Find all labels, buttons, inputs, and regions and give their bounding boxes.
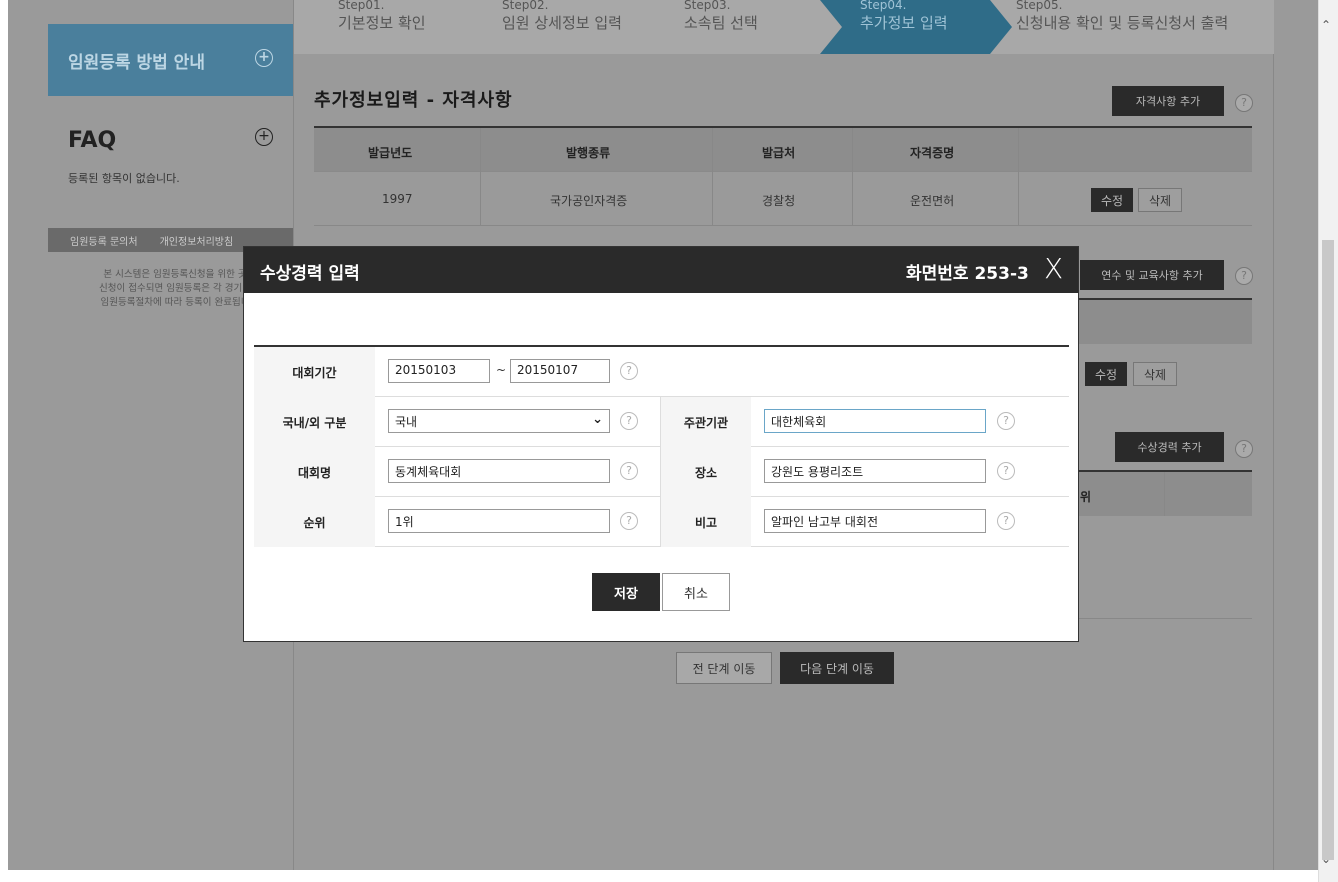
form-row-rank: 순위 1위 ? 비고 알파인 남고부 대회전 ? [254, 497, 1069, 547]
rank-label: 순위 [254, 497, 375, 547]
scrollbar-thumb[interactable] [1322, 240, 1334, 860]
domestic-label: 국내/외 구분 [254, 397, 375, 447]
step-number: Step02. [502, 0, 549, 12]
scroll-down-icon[interactable]: ⌄ [1321, 852, 1331, 866]
privacy-link[interactable]: 개인정보처리방침 [138, 233, 234, 248]
faq-expand-plus-icon[interactable]: + [255, 128, 273, 146]
step-arrow [990, 0, 1012, 54]
col-divider [1164, 472, 1165, 516]
domestic-selected-value: 국내 [395, 415, 418, 429]
save-button[interactable]: 저장 [592, 573, 660, 611]
col-header: 자격증명 [910, 146, 955, 160]
add-training-button[interactable]: 연수 및 교육사항 추가 [1080, 260, 1224, 290]
edit-button[interactable]: 수정 [1085, 362, 1127, 386]
add-award-button[interactable]: 수상경력 추가 [1115, 432, 1224, 462]
help-icon[interactable]: ? [997, 462, 1015, 480]
screen-number: 화면번호 253-3 [906, 264, 1029, 284]
step-number: Step03. [684, 0, 731, 12]
step-number: Step05. [1016, 0, 1063, 12]
place-label: 장소 [660, 447, 751, 497]
cancel-button[interactable]: 취소 [662, 573, 730, 611]
period-start-input[interactable]: 20150103 [388, 359, 490, 383]
add-cert-button[interactable]: 자격사항 추가 [1112, 86, 1224, 116]
help-icon[interactable]: ? [1235, 440, 1253, 458]
help-icon[interactable]: ? [997, 412, 1015, 430]
step-4-active: Step04. 추가정보 입력 [820, 0, 990, 54]
note-label: 비고 [660, 497, 751, 547]
help-icon[interactable]: ? [1235, 94, 1253, 112]
form-row-period: 대회기간 20150103 ~ 20150107 ? [254, 347, 1069, 397]
rank-input[interactable]: 1위 [388, 509, 610, 533]
section-title: 추가정보입력 - 자격사항 [314, 90, 513, 111]
faq-empty-text: 등록된 항목이 없습니다. [68, 172, 180, 185]
step-label: 추가정보 입력 [860, 14, 948, 32]
contact-link[interactable]: 임원등록 문의처 [48, 233, 138, 248]
page: 임원등록 방법 안내 + FAQ + 등록된 항목이 없습니다. 임원등록 문의… [0, 0, 1338, 882]
step-indicator: Step01. 기본정보 확인 Step02. 임원 상세정보 입력 Step0… [294, 0, 1274, 54]
step-label: 기본정보 확인 [338, 14, 426, 32]
col-header: 발급처 [762, 146, 796, 160]
step-arrow [820, 0, 842, 54]
help-icon[interactable]: ? [1235, 267, 1253, 285]
step-label: 소속팀 선택 [684, 14, 758, 32]
faq-title: FAQ [68, 128, 117, 153]
form-row-domestic: 국내/외 구분 국내 ⌄ ? 주관기관 대한체육회 ? [254, 397, 1069, 447]
guide-link[interactable]: 임원등록 방법 안내 + [48, 24, 293, 96]
modal-header: 수상경력 입력 화면번호 253-3 X [244, 247, 1078, 293]
help-icon[interactable]: ? [620, 412, 638, 430]
table-header-bg [1078, 472, 1252, 516]
guide-title: 임원등록 방법 안내 [68, 53, 205, 73]
period-separator: ~ [496, 363, 507, 377]
competition-name-input[interactable]: 동계체육대회 [388, 459, 610, 483]
step-3: Step03. 소속팀 선택 [684, 0, 824, 54]
step-number: Step04. [860, 0, 907, 12]
period-label: 대회기간 [254, 347, 375, 397]
col-header: 위 [1080, 490, 1092, 504]
chevron-down-icon: ⌄ [592, 412, 603, 427]
step-5: Step05. 신청내용 확인 및 등록신청서 출력 [1016, 0, 1274, 54]
scroll-up-icon[interactable]: ⌃ [1321, 18, 1331, 32]
edit-button[interactable]: 수정 [1091, 188, 1133, 212]
step-label: 신청내용 확인 및 등록신청서 출력 [1016, 14, 1229, 32]
delete-button[interactable]: 삭제 [1138, 188, 1182, 212]
award-modal: 수상경력 입력 화면번호 253-3 X 대회기간 20150103 ~ 201… [243, 246, 1079, 642]
col-header: 발행종류 [566, 146, 611, 160]
period-end-input[interactable]: 20150107 [510, 359, 610, 383]
domestic-select[interactable]: 국내 ⌄ [388, 409, 610, 433]
place-input[interactable]: 강원도 용평리조트 [764, 459, 986, 483]
help-icon[interactable]: ? [997, 512, 1015, 530]
host-input[interactable]: 대한체육회 [764, 409, 986, 433]
step-1: Step01. 기본정보 확인 [338, 0, 498, 54]
col-header: 발급년도 [368, 146, 413, 160]
step-number: Step01. [338, 0, 385, 12]
step-2: Step02. 임원 상세정보 입력 [502, 0, 682, 54]
prev-step-button[interactable]: 전 단계 이동 [676, 652, 772, 684]
table-bottom-border [1078, 618, 1252, 619]
note-input[interactable]: 알파인 남고부 대회전 [764, 509, 986, 533]
left-frame [0, 0, 8, 882]
next-step-button[interactable]: 다음 단계 이동 [780, 652, 894, 684]
cell-year: 1997 [382, 192, 413, 206]
name-label: 대회명 [254, 447, 375, 497]
help-icon[interactable]: ? [620, 512, 638, 530]
step-label: 임원 상세정보 입력 [502, 14, 622, 32]
help-icon[interactable]: ? [620, 462, 638, 480]
host-label: 주관기관 [660, 397, 751, 447]
cell-issuer: 경찰청 [762, 194, 796, 208]
form-row-name: 대회명 동계체육대회 ? 장소 강원도 용평리조트 ? [254, 447, 1069, 497]
modal-title: 수상경력 입력 [260, 264, 360, 284]
cell-type: 국가공인자격증 [550, 194, 628, 208]
cell-cert-name: 운전면허 [910, 194, 955, 208]
delete-button[interactable]: 삭제 [1133, 362, 1177, 386]
table-header-bg [1078, 300, 1252, 344]
expand-plus-icon: + [255, 49, 273, 67]
close-icon[interactable]: X [1044, 255, 1063, 283]
help-icon[interactable]: ? [620, 362, 638, 380]
